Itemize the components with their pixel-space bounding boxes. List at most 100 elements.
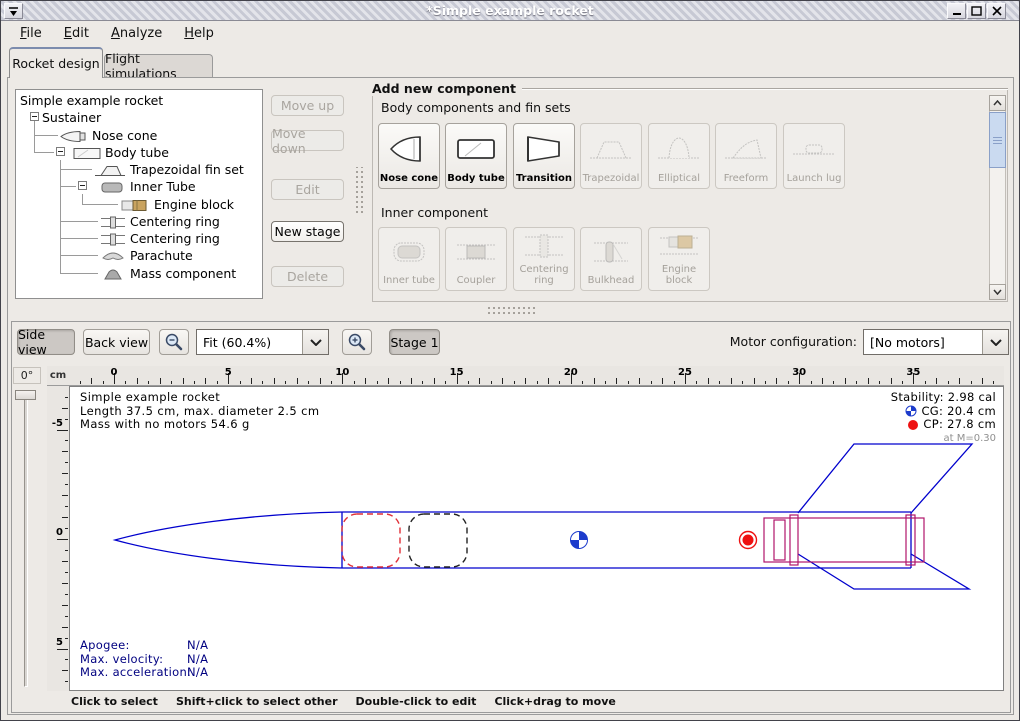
add-elliptical-fin-button: Elliptical: [648, 123, 710, 189]
maximize-button[interactable]: [967, 3, 986, 19]
vertical-splitter-grip[interactable]: [356, 167, 363, 213]
edit-button: Edit: [271, 179, 344, 200]
menu-analyze[interactable]: Analyze: [102, 24, 171, 43]
maximize-icon: [971, 6, 982, 16]
add-body-tube-button[interactable]: Body tube: [445, 123, 507, 189]
cp-legend-icon: [907, 419, 919, 431]
rotation-value: 0°: [13, 367, 41, 384]
side-view-button[interactable]: Side view: [17, 329, 75, 355]
chevron-up-icon: [993, 100, 1002, 106]
menu-bar: File Edit Analyze Help: [1, 21, 1019, 45]
horizontal-splitter-grip[interactable]: [488, 307, 538, 314]
zoom-in-button[interactable]: [342, 329, 372, 355]
stage-1-toggle[interactable]: Stage 1: [389, 329, 440, 355]
new-stage-button[interactable]: New stage: [271, 221, 344, 242]
close-icon: [992, 6, 1002, 16]
rotation-slider-handle[interactable]: [15, 390, 36, 400]
parachute-outline: [342, 514, 400, 567]
trapezoidal-fin-icon: [588, 124, 634, 173]
move-up-button: Move up: [271, 95, 344, 116]
collapse-toggle[interactable]: [78, 181, 87, 190]
add-nose-cone-button[interactable]: Nose cone: [378, 123, 440, 189]
back-view-button[interactable]: Back view: [83, 329, 150, 355]
application-window: *Simple example rocket File Edit Analyze…: [0, 0, 1020, 721]
tree-item-parachute[interactable]: Parachute: [16, 247, 262, 263]
mach-condition: at M=0.30: [891, 432, 996, 446]
close-button[interactable]: [987, 3, 1006, 19]
combobox-arrow[interactable]: [302, 330, 328, 354]
collapse-toggle[interactable]: [56, 147, 65, 156]
add-coupler-button: Coupler: [445, 227, 507, 291]
tree-item-rocket[interactable]: Simple example rocket: [16, 92, 262, 108]
collapse-toggle[interactable]: [30, 112, 39, 121]
centering-ring-icon: [521, 228, 567, 264]
tree-item-inner-tube[interactable]: Inner Tube: [16, 178, 262, 194]
rocket-canvas[interactable]: Simple example rocket Length 37.5 cm, ma…: [69, 386, 1004, 691]
add-freeform-fin-button: Freeform: [715, 123, 777, 189]
scrollbar-thumb[interactable]: [989, 112, 1006, 168]
freeform-fin-icon: [723, 124, 769, 173]
cg-value: CG: 20.4 cm: [921, 405, 996, 419]
tree-item-mass-component[interactable]: Mass component: [16, 265, 262, 281]
motor-configuration-value: [No motors]: [864, 330, 982, 354]
mass-component-outline: [409, 514, 467, 567]
groupbox-title-line: [477, 88, 1008, 90]
motor-configuration-combobox[interactable]: [No motors]: [863, 329, 1009, 355]
rocket-info: Simple example rocket Length 37.5 cm, ma…: [80, 391, 319, 432]
rocket-mass: Mass with no motors 54.6 g: [80, 418, 319, 432]
zoom-level-combobox[interactable]: Fit (60.4%): [196, 329, 329, 355]
ruler-vertical: -505: [47, 386, 69, 691]
launch-lug-icon: [791, 124, 837, 173]
ruler-unit-label: cm: [47, 366, 69, 386]
add-trapezoidal-fin-button: Trapezoidal: [580, 123, 642, 189]
scroll-down-button[interactable]: [989, 284, 1006, 300]
magnifier-minus-icon: [164, 332, 184, 352]
add-centering-ring-button: Centering ring: [513, 227, 575, 291]
cg-marker: [571, 532, 588, 549]
combobox-arrow[interactable]: [982, 330, 1008, 354]
rotation-slider-track[interactable]: [24, 391, 28, 687]
minimize-button[interactable]: [947, 3, 966, 19]
menu-file[interactable]: File: [11, 24, 51, 43]
add-inner-tube-button: Inner tube: [378, 227, 440, 291]
title-bar[interactable]: *Simple example rocket: [1, 1, 1019, 21]
component-tree: Simple example rocket Sustainer Nose con…: [15, 89, 263, 299]
transition-icon: [521, 124, 567, 173]
chevron-down-icon: [310, 339, 322, 346]
stability-value: Stability: 2.98 cal: [891, 391, 996, 405]
add-transition-button[interactable]: Transition: [513, 123, 575, 189]
mass-component-icon: [100, 266, 126, 285]
tab-flight-simulations[interactable]: Flight simulations: [104, 54, 213, 77]
rocket-dimensions: Length 37.5 cm, max. diameter 2.5 cm: [80, 405, 319, 419]
tree-item-sustainer[interactable]: Sustainer: [16, 109, 262, 125]
add-bulkhead-button: Bulkhead: [580, 227, 642, 291]
bulkhead-icon: [588, 228, 634, 275]
hint-double-click: Double-click to edit: [356, 695, 477, 708]
add-component-title: Add new component: [372, 81, 522, 96]
hint-drag: Click+drag to move: [494, 695, 615, 708]
move-down-button: Move down: [271, 130, 344, 151]
zoom-out-button[interactable]: [159, 329, 189, 355]
motor-configuration-label: Motor configuration:: [691, 329, 857, 355]
menu-help[interactable]: Help: [175, 24, 223, 43]
tree-item-body-tube[interactable]: Body tube: [16, 144, 262, 160]
inner-tube-icon: [386, 228, 432, 275]
cp-marker: [740, 532, 757, 549]
elliptical-fin-icon: [656, 124, 702, 173]
tree-item-engine-block[interactable]: Engine block: [16, 196, 262, 212]
cp-value: CP: 27.8 cm: [923, 418, 996, 432]
tree-item-nose-cone[interactable]: Nose cone: [16, 127, 262, 143]
add-launch-lug-button: Launch lug: [783, 123, 845, 189]
inner-component-label: Inner component: [381, 205, 488, 220]
tab-rocket-design[interactable]: Rocket design: [9, 47, 103, 78]
tree-item-centering-ring-1[interactable]: Centering ring: [16, 213, 262, 229]
scroll-up-button[interactable]: [989, 95, 1006, 111]
rocket-diagram[interactable]: [70, 387, 1003, 690]
stability-legend: Stability: 2.98 cal CG: 20.4 cm CP: 27.8…: [891, 391, 996, 445]
status-hints: Click to select Shift+click to select ot…: [71, 695, 616, 708]
menu-edit[interactable]: Edit: [55, 24, 98, 43]
body-components-label: Body components and fin sets: [381, 100, 571, 115]
tree-item-trapezoidal-fin-set[interactable]: Trapezoidal fin set: [16, 161, 262, 177]
tree-item-centering-ring-2[interactable]: Centering ring: [16, 230, 262, 246]
hint-shift-click: Shift+click to select other: [176, 695, 338, 708]
